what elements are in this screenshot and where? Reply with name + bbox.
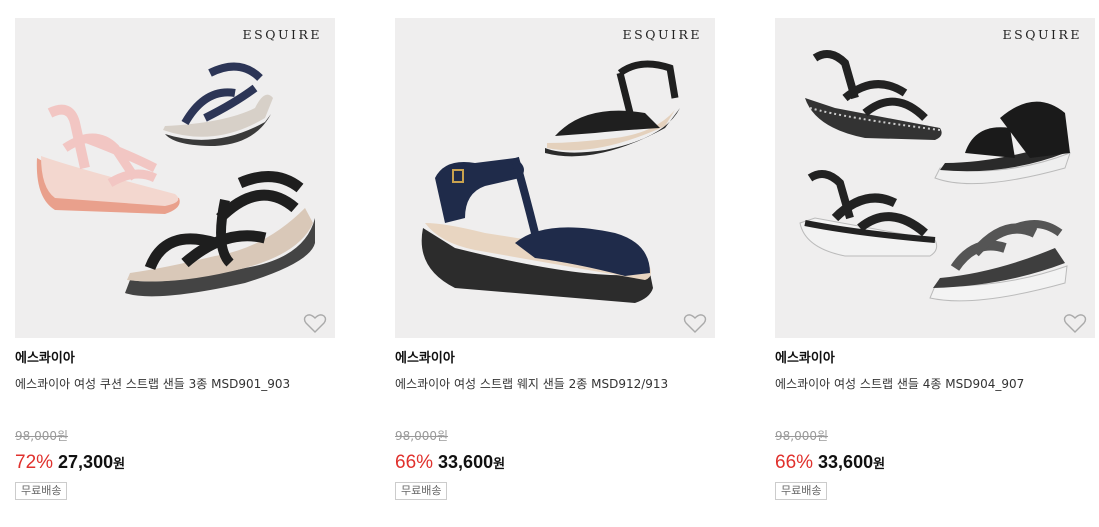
original-price: 98,000원 — [15, 429, 69, 443]
esquire-logo: ESQUIRE — [1002, 27, 1082, 42]
price-row: 66% 33,600원 — [395, 451, 715, 476]
currency-unit: 원 — [873, 457, 886, 472]
original-price: 98,000원 — [395, 429, 449, 443]
product-card[interactable]: ESQUIRE 에스콰이아 에스콰이아 여성 쿠션 스트랩 샌들 3종 MSD9… — [15, 18, 335, 500]
product-title[interactable]: 에스콰이아 여성 스트랩 웨지 샌들 2종 MSD912/913 — [395, 376, 715, 392]
free-shipping-badge: 무료배송 — [395, 482, 448, 500]
esquire-logo: ESQUIRE — [622, 27, 702, 42]
price-row: 66% 33,600원 — [775, 451, 1095, 476]
currency-unit: 원 — [113, 457, 126, 472]
product-image[interactable]: ESQUIRE — [775, 18, 1095, 338]
heart-outline-icon[interactable] — [1063, 312, 1087, 334]
sandal-image — [36, 62, 315, 297]
original-price: 98,000원 — [775, 429, 829, 443]
heart-outline-icon[interactable] — [303, 312, 327, 334]
product-card[interactable]: ESQUIRE 에스콰이아 에스콰이아 여성 스트랩 웨지 샌들 2종 MSD9… — [395, 18, 715, 500]
product-card[interactable]: ESQUIRE 에스콰이아 에스콰이아 여성 스트랩 샌들 4종 MSD904_… — [775, 18, 1095, 500]
brand-name[interactable]: 에스콰이아 — [15, 351, 335, 367]
esquire-logo: ESQUIRE — [242, 27, 322, 42]
discount-rate: 66% — [775, 452, 814, 473]
product-image[interactable]: ESQUIRE — [395, 18, 715, 338]
sale-price: 27,300 — [58, 452, 114, 472]
currency-unit: 원 — [493, 457, 506, 472]
sale-price: 33,600 — [438, 452, 494, 472]
product-title[interactable]: 에스콰이아 여성 쿠션 스트랩 샌들 3종 MSD901_903 — [15, 376, 335, 392]
product-grid: ESQUIRE 에스콰이아 에스콰이아 여성 쿠션 스트랩 샌들 3종 MSD9… — [0, 0, 1099, 527]
product-title[interactable]: 에스콰이아 여성 스트랩 샌들 4종 MSD904_907 — [775, 376, 1095, 392]
sandal-image — [799, 50, 1071, 302]
brand-name[interactable]: 에스콰이아 — [395, 351, 715, 367]
sale-price: 33,600 — [818, 452, 874, 472]
sandal-image — [421, 60, 680, 303]
free-shipping-badge: 무료배송 — [775, 482, 828, 500]
product-image[interactable]: ESQUIRE — [15, 18, 335, 338]
discount-rate: 66% — [395, 452, 434, 473]
price-row: 72% 27,300원 — [15, 451, 335, 476]
free-shipping-badge: 무료배송 — [15, 482, 68, 500]
discount-rate: 72% — [15, 452, 54, 473]
heart-outline-icon[interactable] — [683, 312, 707, 334]
brand-name[interactable]: 에스콰이아 — [775, 351, 1095, 367]
